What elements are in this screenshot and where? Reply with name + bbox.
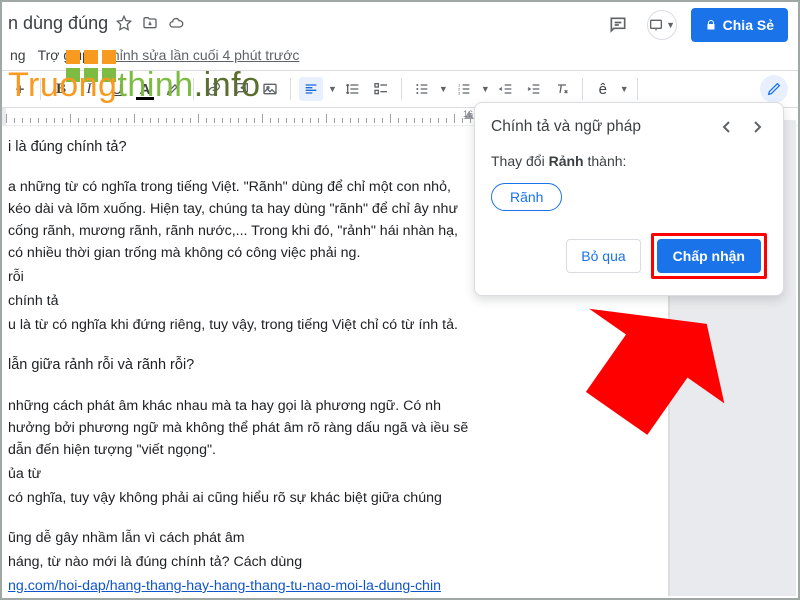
prev-suggestion-icon[interactable] <box>717 117 737 137</box>
title-icons <box>116 15 184 31</box>
last-edit-link[interactable]: Chỉnh sửa lần cuối 4 phút trước <box>102 47 300 63</box>
paragraph: những cách phát âm khác nhau mà ta hay g… <box>8 395 473 461</box>
heading-1: i là đúng chính tả? <box>8 136 473 158</box>
paragraph: háng, từ nào mới là đúng chính tả? Cách … <box>8 551 473 573</box>
present-icon[interactable]: ▼ <box>647 10 677 40</box>
align-dropdown-icon[interactable]: ▼ <box>327 84 337 94</box>
ruler-label: 16 <box>463 109 473 119</box>
separator <box>290 78 291 100</box>
input-tools-button[interactable]: ê <box>591 77 615 101</box>
next-suggestion-icon[interactable] <box>747 117 767 137</box>
line: rỗi <box>8 266 473 288</box>
lock-icon <box>705 19 717 31</box>
line: ủa từ <box>8 463 473 485</box>
comment-history-icon[interactable] <box>603 10 633 40</box>
change-text: Thay đổi Rảnh thành: <box>491 153 767 169</box>
numbered-dropdown-icon[interactable]: ▼ <box>480 84 490 94</box>
bullet-dropdown-icon[interactable]: ▼ <box>438 84 448 94</box>
star-icon[interactable] <box>116 15 132 31</box>
checklist-button[interactable] <box>369 77 393 101</box>
accept-highlight: Chấp nhận <box>651 233 767 279</box>
spelling-grammar-panel: Chính tả và ngữ pháp Thay đổi Rảnh thành… <box>474 102 784 296</box>
paragraph: có nghĩa, tuy vậy không phải ai cũng hiể… <box>8 487 473 509</box>
document-title[interactable]: n dùng đúng <box>8 13 116 34</box>
numbered-list-button[interactable]: 123 <box>452 77 476 101</box>
paragraph: a những từ có nghĩa trong tiếng Việt. "R… <box>8 176 473 264</box>
editing-mode-button[interactable] <box>760 75 788 103</box>
separator <box>637 78 638 100</box>
clear-formatting-button[interactable] <box>550 77 574 101</box>
input-tools-dropdown-icon[interactable]: ▼ <box>619 84 629 94</box>
panel-title: Chính tả và ngữ pháp <box>491 118 641 136</box>
paragraph: u là từ có nghĩa khi đứng riêng, tuy vậy… <box>8 314 473 336</box>
menubar: ng Trợ giúp Chỉnh sửa lần cuối 4 phút tr… <box>2 44 798 66</box>
decrease-indent-button[interactable] <box>494 77 518 101</box>
share-label: Chia Sẻ <box>723 17 774 33</box>
watermark-logo: Truongthinh.info <box>8 66 260 105</box>
insert-image-icon[interactable] <box>258 77 282 101</box>
increase-indent-button[interactable] <box>522 77 546 101</box>
accept-button[interactable]: Chấp nhận <box>657 239 761 273</box>
align-left-button[interactable] <box>299 77 323 101</box>
header-actions: ▼ Chia Sẻ <box>603 8 788 42</box>
separator <box>401 78 402 100</box>
bulleted-list-button[interactable] <box>410 77 434 101</box>
heading-2: lẫn giữa rảnh rỗi và rãnh rỗi? <box>8 354 473 376</box>
move-folder-icon[interactable] <box>142 15 158 31</box>
hyperlink[interactable]: ng.com/hoi-dap/hang-thang-hay-hang-thang… <box>8 578 441 594</box>
suggestion-pill[interactable]: Rãnh <box>491 183 562 211</box>
share-button[interactable]: Chia Sẻ <box>691 8 788 42</box>
line-spacing-button[interactable] <box>341 77 365 101</box>
ignore-button[interactable]: Bỏ qua <box>566 239 640 273</box>
svg-text:3: 3 <box>458 90 461 95</box>
separator <box>582 78 583 100</box>
cloud-status-icon[interactable] <box>168 15 184 31</box>
paragraph: ũng dễ gây nhầm lẫn vì cách phát âm <box>8 527 473 549</box>
menu-item-ng[interactable]: ng <box>10 47 26 63</box>
line: chính tả <box>8 290 473 312</box>
